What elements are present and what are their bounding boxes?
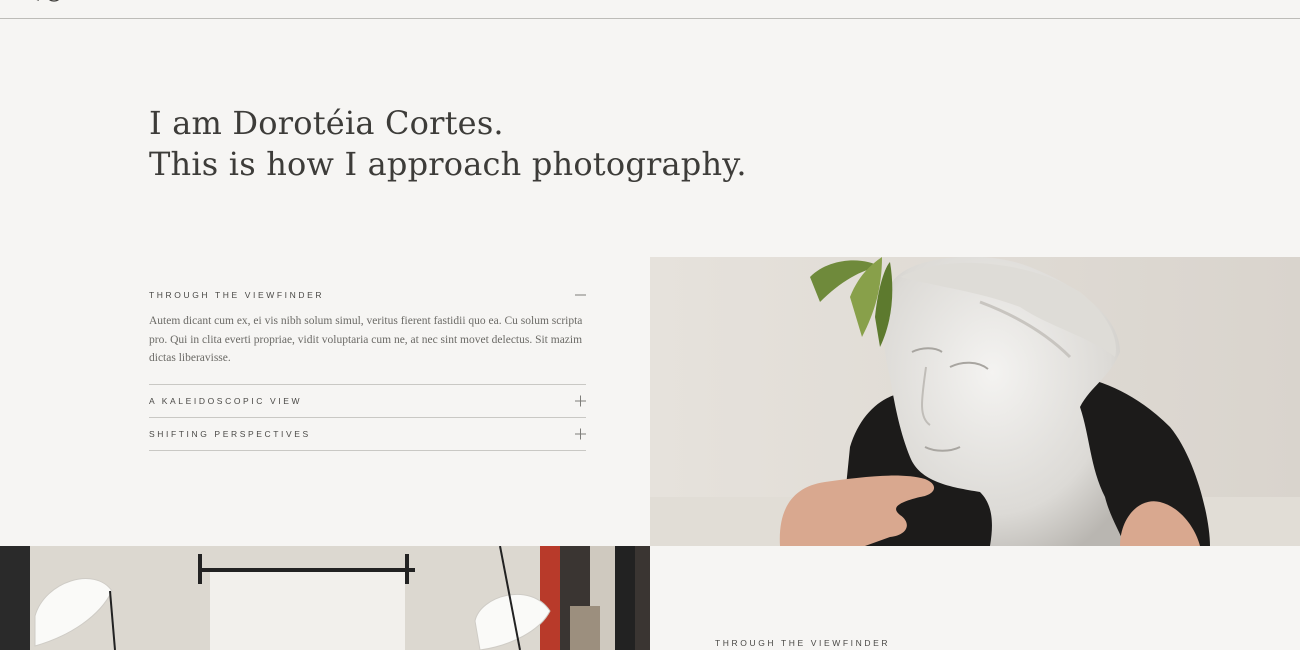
- accordion-title: A KALEIDOSCOPIC VIEW: [149, 395, 303, 406]
- accordion-header[interactable]: THROUGH THE VIEWFINDER: [149, 280, 586, 310]
- header: [0, 0, 1300, 19]
- statue-photo: [650, 257, 1300, 546]
- accordion-item-a-kaleidoscopic-view: A KALEIDOSCOPIC VIEW: [149, 385, 586, 418]
- plus-icon[interactable]: [575, 395, 586, 406]
- intro-line-1: I am Dorotéia Cortes.: [149, 104, 504, 142]
- accordion-header[interactable]: A KALEIDOSCOPIC VIEW: [149, 385, 586, 417]
- accordion-header[interactable]: SHIFTING PERSPECTIVES: [149, 418, 586, 450]
- page: I am Dorotéia Cortes. This is how I appr…: [0, 0, 1300, 650]
- accordion-title: SHIFTING PERSPECTIVES: [149, 428, 311, 439]
- accordion-title: THROUGH THE VIEWFINDER: [149, 290, 325, 300]
- intro-heading: I am Dorotéia Cortes. This is how I appr…: [149, 103, 747, 185]
- monogram-logo-icon[interactable]: [30, 0, 86, 8]
- accordion: THROUGH THE VIEWFINDER Autem dicant cum …: [149, 280, 586, 451]
- section-label: THROUGH THE VIEWFINDER: [715, 638, 891, 648]
- studio-photo: [0, 546, 650, 650]
- plus-icon[interactable]: [575, 428, 586, 439]
- accordion-item-shifting-perspectives: SHIFTING PERSPECTIVES: [149, 418, 586, 451]
- accordion-body: Autem dicant cum ex, ei vis nibh solum s…: [149, 315, 583, 364]
- accordion-item-through-the-viewfinder: THROUGH THE VIEWFINDER Autem dicant cum …: [149, 280, 586, 385]
- intro-line-2: This is how I approach photography.: [149, 145, 747, 183]
- minus-icon[interactable]: [575, 290, 586, 301]
